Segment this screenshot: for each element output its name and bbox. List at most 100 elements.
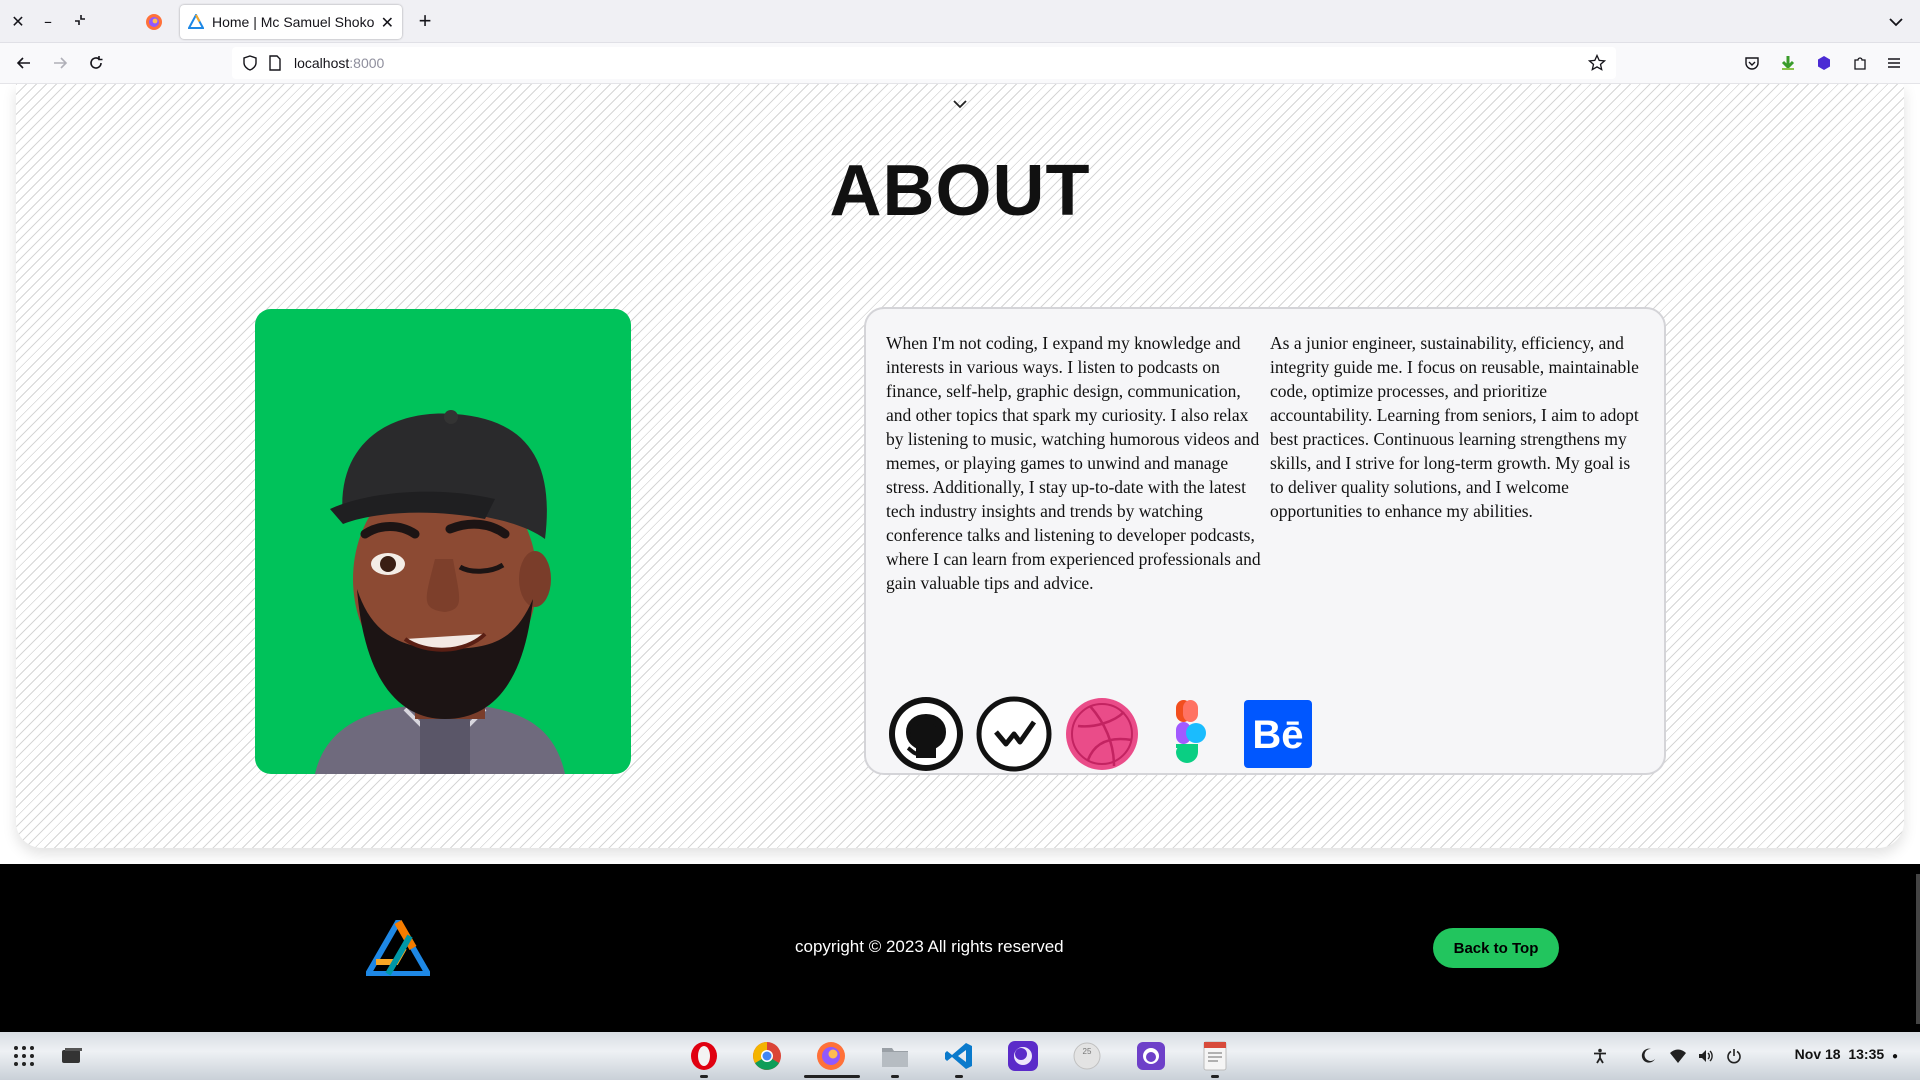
profile-avatar (255, 309, 631, 774)
calendar-icon: 25 (1073, 1042, 1101, 1070)
about-card: When I'm not coding, I expand my knowled… (864, 307, 1666, 775)
url-bar[interactable]: localhost:8000 (232, 47, 1616, 79)
volume-button[interactable] (1696, 1046, 1716, 1066)
copyright-text: copyright © 2023 All rights reserved (795, 937, 1064, 956)
taskbar-purple-app[interactable] (1007, 1040, 1039, 1072)
pocket-icon (1745, 57, 1759, 70)
memoji-avatar-illustration (315, 410, 565, 774)
opera-icon (691, 1042, 717, 1070)
back-button[interactable] (12, 51, 36, 75)
behance-icon: Bē (1244, 700, 1312, 768)
volume-icon (1699, 1050, 1713, 1062)
forward-button[interactable] (48, 51, 72, 75)
editor-running-indicator (1211, 1075, 1219, 1078)
restore-window-icon[interactable] (68, 10, 92, 34)
tab-home[interactable]: Home | Mc Samuel Shoko ✕ (180, 5, 402, 39)
clock-date: Nov 18 (1794, 1046, 1841, 1062)
wakatime-icon (976, 696, 1052, 772)
chevron-down-icon (1889, 18, 1903, 27)
app-grid-icon (14, 1046, 34, 1066)
calendar-day: 25 (1083, 1047, 1092, 1056)
taskbar-files[interactable] (879, 1040, 911, 1072)
site-logo-icon[interactable] (366, 920, 430, 976)
chrome-icon (753, 1042, 781, 1070)
behance-link[interactable]: Bē (1240, 696, 1316, 772)
arrow-right-icon (54, 57, 68, 69)
github-icon (889, 697, 963, 771)
scroll-down-chevron-icon[interactable] (948, 97, 972, 113)
url-port: :8000 (349, 55, 385, 71)
wifi-button[interactable] (1668, 1046, 1688, 1066)
accessibility-button[interactable] (1590, 1046, 1610, 1066)
taskbar-vscode[interactable] (943, 1040, 975, 1072)
minimize-window-icon[interactable]: – (36, 10, 60, 34)
bookmark-star-icon[interactable] (1588, 54, 1606, 72)
github-link[interactable] (888, 696, 964, 772)
download-extension-icon (1781, 56, 1795, 70)
text-editor-icon (1203, 1041, 1227, 1071)
taskbar-firefox[interactable] (815, 1040, 847, 1072)
firefox-view-tab[interactable] (140, 8, 168, 36)
wifi-icon (1670, 1049, 1686, 1063)
hexagon-extension-icon (1818, 56, 1830, 70)
firefox-taskbar-icon (817, 1042, 845, 1070)
close-tab-icon[interactable]: ✕ (381, 13, 394, 32)
taskbar-text-editor[interactable] (1199, 1040, 1231, 1072)
site-footer: copyright © 2023 All rights reserved Bac… (0, 864, 1920, 1032)
new-tab-button[interactable]: + (413, 9, 437, 33)
dribbble-icon (1066, 698, 1138, 770)
vscode-running-indicator (955, 1075, 963, 1078)
files-running-indicator (891, 1075, 899, 1078)
os-taskbar: 25 Nov 18 13:35 ● (0, 1032, 1920, 1080)
windows-icon (62, 1048, 82, 1063)
accessibility-icon (1594, 1048, 1606, 1064)
shield-icon[interactable] (242, 55, 258, 71)
behance-logo-text: Bē (1252, 713, 1303, 757)
purple-app-icon (1008, 1041, 1038, 1071)
pocket-button[interactable] (1740, 51, 1764, 75)
night-mode-button[interactable] (1638, 1046, 1658, 1066)
figma-link[interactable] (1152, 696, 1228, 772)
vscode-icon (945, 1043, 972, 1069)
power-icon (1727, 1049, 1741, 1064)
about-paragraph-values: As a junior engineer, sustainability, ef… (1270, 333, 1639, 521)
taskbar-calendar[interactable]: 25 (1071, 1040, 1103, 1072)
browser-nav-bar: localhost:8000 (0, 43, 1920, 84)
url-host: localhost (294, 55, 350, 71)
taskbar-opera[interactable] (688, 1040, 720, 1072)
clock-time: 13:35 (1848, 1046, 1885, 1062)
opera-running-indicator (700, 1075, 708, 1078)
figma-icon (1176, 700, 1206, 763)
wakatime-link[interactable] (976, 696, 1052, 772)
puzzle-icon (1854, 57, 1866, 70)
page-scrollbar[interactable] (1916, 874, 1920, 1024)
moon-icon (1641, 1048, 1655, 1063)
back-to-top-button[interactable]: Back to Top (1433, 928, 1559, 968)
github-desktop-icon (1137, 1042, 1165, 1070)
page-viewport: ABOUT When I'm not coding, I expand my k… (0, 84, 1920, 1032)
close-window-icon[interactable]: ✕ (6, 10, 30, 34)
menu-button[interactable] (1882, 51, 1906, 75)
system-clock[interactable]: Nov 18 13:35 ● (1795, 1046, 1898, 1062)
show-desktop-button[interactable] (56, 1040, 88, 1072)
notification-dot-icon: ● (1891, 1051, 1898, 1062)
extension-purple-button[interactable] (1812, 51, 1836, 75)
dribbble-link[interactable] (1064, 696, 1140, 772)
taskbar-chrome[interactable] (751, 1040, 783, 1072)
power-button[interactable] (1724, 1046, 1744, 1066)
reload-icon (90, 56, 103, 69)
arrow-left-icon (16, 57, 30, 69)
firefox-icon (146, 14, 162, 30)
extension-green-button[interactable] (1776, 51, 1800, 75)
extensions-button[interactable] (1848, 51, 1872, 75)
page-info-icon[interactable] (268, 55, 282, 71)
taskbar-github-desktop[interactable] (1135, 1040, 1167, 1072)
firefox-active-indicator (804, 1075, 860, 1078)
about-paragraph-hobbies: When I'm not coding, I expand my knowled… (886, 333, 1261, 593)
list-tabs-button[interactable] (1884, 10, 1908, 34)
hamburger-menu-icon (1888, 58, 1900, 68)
app-launcher-button[interactable] (8, 1040, 40, 1072)
reload-button[interactable] (84, 51, 108, 75)
tab-title: Home | Mc Samuel Shoko (212, 14, 375, 30)
social-links: Bē (888, 696, 1328, 772)
